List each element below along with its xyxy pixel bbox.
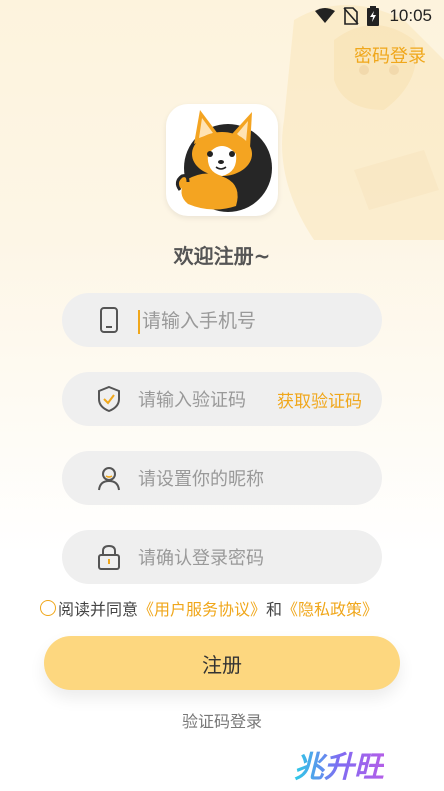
corgi-logo-icon — [175, 110, 272, 212]
wifi-icon — [315, 8, 336, 24]
password-input[interactable]: 请确认登录密码 — [138, 544, 382, 570]
code-login-link[interactable]: 验证码登录 — [0, 708, 444, 732]
battery-charging-icon — [367, 6, 380, 26]
user-agreement-link[interactable]: 《用户服务协议》 — [138, 596, 266, 620]
register-button[interactable]: 注册 — [44, 636, 400, 690]
verification-code-input[interactable]: 请输入验证码 — [138, 386, 277, 412]
status-time: 10:05 — [389, 6, 432, 25]
no-sim-icon — [343, 7, 360, 25]
get-code-button[interactable]: 获取验证码 — [277, 387, 362, 412]
verification-code-field[interactable]: 请输入验证码 获取验证码 — [62, 372, 382, 426]
password-field[interactable]: 请确认登录密码 — [62, 530, 382, 584]
user-icon — [94, 463, 124, 493]
agreement-row: 阅读并同意 《用户服务协议》 和 《隐私政策》 — [40, 596, 420, 620]
status-bar: 10:05 — [0, 0, 444, 32]
text-caret — [138, 309, 140, 334]
agree-checkbox[interactable] — [40, 600, 56, 616]
background-dog-illustration — [282, 5, 444, 240]
lock-icon — [94, 542, 124, 572]
watermark-logo: 兆升旺 — [294, 742, 384, 786]
nickname-field[interactable]: 请设置你的昵称 — [62, 451, 382, 505]
nickname-input[interactable]: 请设置你的昵称 — [138, 465, 382, 491]
phone-field[interactable]: 请输入手机号 — [62, 293, 382, 347]
app-logo — [166, 104, 278, 216]
shield-check-icon — [94, 384, 124, 414]
phone-input[interactable]: 请输入手机号 — [142, 310, 256, 332]
agreement-and: 和 — [266, 600, 283, 619]
privacy-policy-link[interactable]: 《隐私政策》 — [282, 596, 378, 620]
phone-icon — [94, 305, 124, 335]
password-login-link[interactable]: 密码登录 — [354, 42, 426, 68]
welcome-title: 欢迎注册~ — [173, 244, 271, 268]
agreement-prefix: 阅读并同意 — [58, 600, 139, 619]
